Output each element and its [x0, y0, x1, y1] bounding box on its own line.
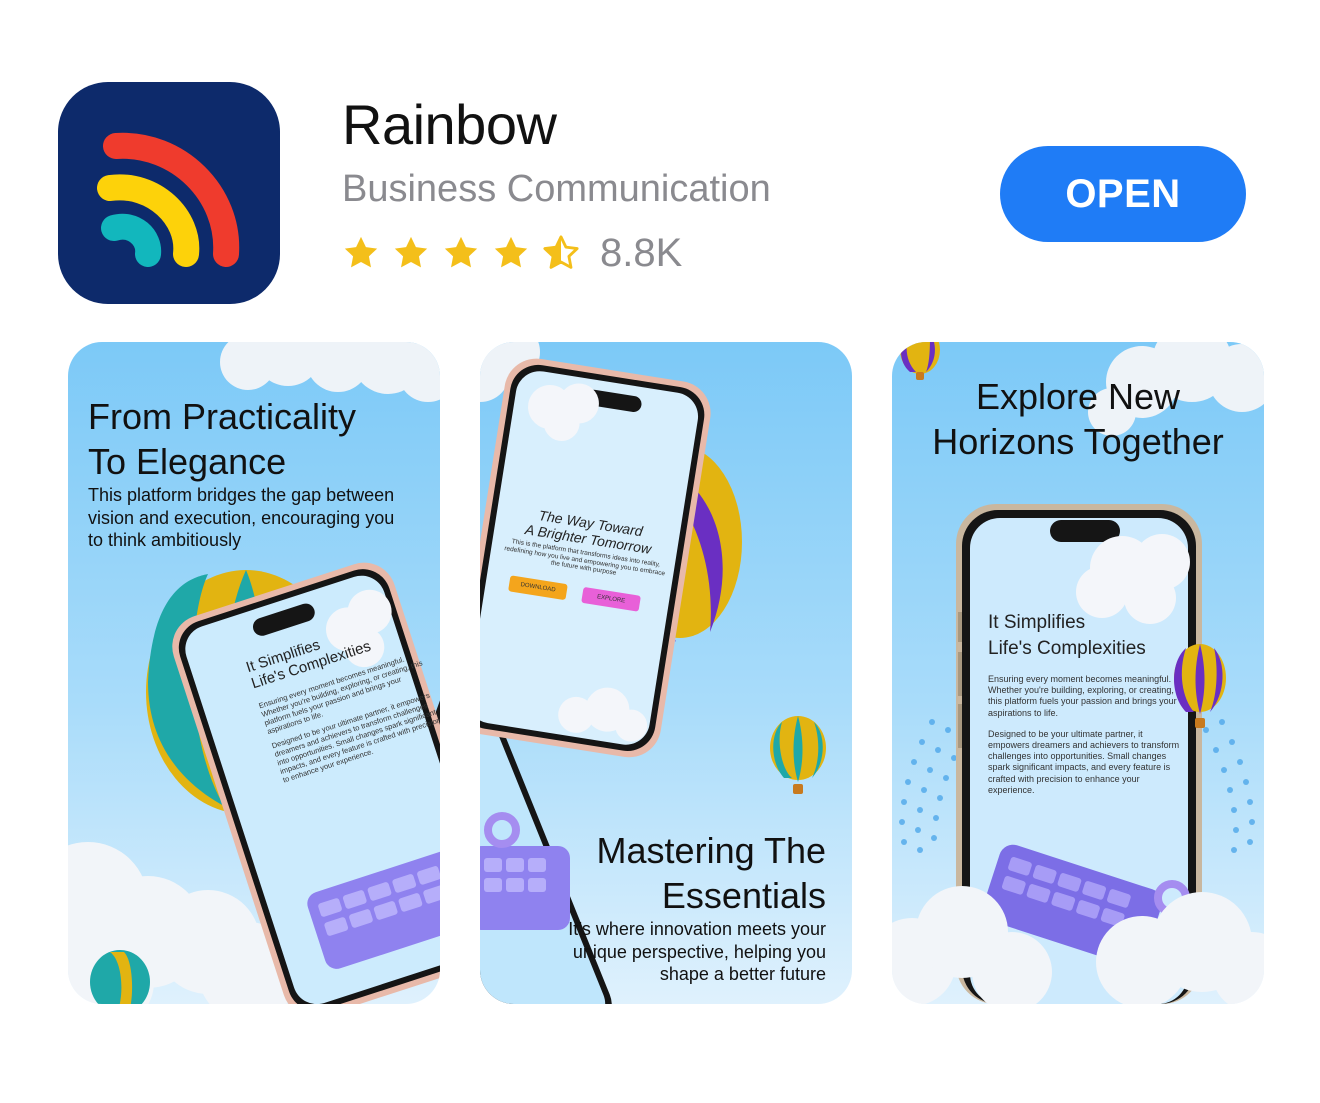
explore-button[interactable]: EXPLORE	[581, 586, 642, 612]
screenshot-body: It’s where innovation meets your unique …	[536, 918, 826, 986]
app-category: Business Communication	[342, 168, 771, 210]
star-full-icon	[344, 236, 378, 268]
title-line: Horizons Together	[932, 421, 1224, 462]
download-button[interactable]: DOWNLOAD	[508, 574, 568, 600]
screenshot-title: From Practicality To Elegance	[88, 394, 356, 484]
app-icon[interactable]	[58, 82, 280, 304]
open-button[interactable]: OPEN	[1000, 146, 1246, 242]
phone-heading-line: It Simplifies	[988, 612, 1086, 633]
phone-paragraph: Ensuring every moment becomes meaningful…	[988, 674, 1177, 718]
star-half-icon	[543, 235, 579, 269]
body-line: vision and execution, encouraging you	[88, 507, 395, 528]
title-line: From Practicality	[88, 396, 357, 437]
title-line: Mastering The	[596, 830, 826, 871]
body-line: shape a better future	[659, 964, 826, 984]
rating-count: 8.8K	[600, 230, 683, 275]
screenshot-title: Mastering The Essentials	[597, 828, 826, 918]
body-line: to think ambitiously	[88, 530, 242, 550]
body-line: unique perspective, helping you	[572, 941, 826, 962]
title-line: To Elegance	[88, 441, 287, 482]
screenshot-title: Explore New Horizons Together	[892, 374, 1264, 464]
body-line: This platform bridges the gap between	[88, 485, 395, 505]
screenshot-body: This platform bridges the gap between vi…	[88, 484, 408, 552]
star-full-icon	[444, 236, 478, 268]
body-line: It’s where innovation meets your	[568, 919, 826, 939]
phone-heading-line: Life's Complexities	[988, 638, 1146, 659]
rating-row: 8.8K	[342, 230, 682, 276]
title-line: Essentials	[661, 875, 826, 916]
app-name: Rainbow	[342, 93, 557, 156]
screenshot-card-3[interactable]: Explore New Horizons Together It Simplif…	[892, 342, 1264, 1004]
phone-paragraph: Designed to be your ultimate partner, it…	[988, 728, 1180, 795]
screenshot-card-2[interactable]: The Way Toward A Brighter Tomorrow This …	[480, 342, 852, 1004]
title-line: Explore New	[975, 376, 1181, 417]
screenshot-card-1[interactable]: From Practicality To Elegance This platf…	[68, 342, 440, 1004]
rainbow-logo-icon	[97, 132, 240, 267]
star-full-icon	[494, 236, 528, 268]
star-full-icon	[394, 236, 428, 268]
phone-screen-content: It Simplifies Life's Complexities Ensuri…	[988, 610, 1188, 796]
